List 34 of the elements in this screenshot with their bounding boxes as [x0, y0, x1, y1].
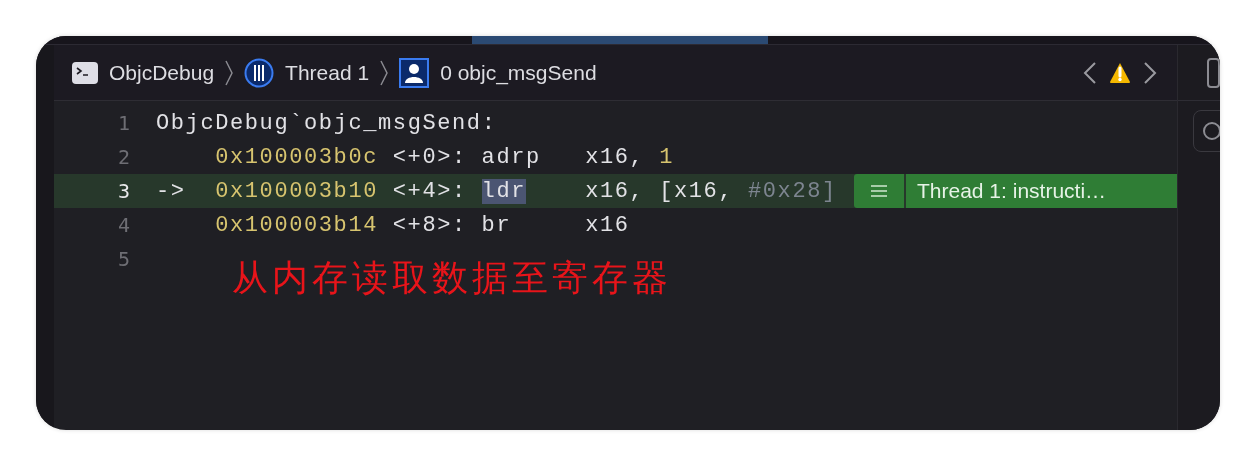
person-icon [399, 57, 430, 88]
breadcrumb-item[interactable]: Thread 1 [285, 60, 370, 85]
annotation-text: 从内存读取数据至寄存器 [232, 256, 672, 300]
instruction-offset: <+4>: [392, 178, 468, 204]
instruction-address: 0x100003b10 [215, 178, 379, 204]
breadcrumb-item[interactable]: ObjcDebug [109, 60, 215, 85]
code-label: ObjcDebug`objc_msgSend: [156, 110, 497, 136]
menu-icon[interactable] [854, 174, 904, 208]
operands: x16 [585, 212, 630, 238]
instruction-address: 0x100003b14 [215, 212, 379, 238]
operands: x16, 1 [585, 144, 674, 170]
warning-icon[interactable] [1109, 61, 1131, 84]
chevron-left-icon[interactable] [1083, 60, 1097, 85]
instruction-offset: <+0>: [392, 144, 468, 170]
thread-icon [244, 57, 275, 88]
line-number: 5 [116, 247, 130, 271]
chevron-right-icon [379, 58, 390, 87]
selected-mnemonic: ldr [481, 178, 526, 204]
operands: x16, [x16, #0x28] [585, 178, 837, 204]
terminal-icon [72, 61, 98, 84]
chevron-right-icon [224, 58, 235, 87]
instruction-offset: <+8>: [392, 212, 468, 238]
line-number: 2 [116, 145, 130, 169]
thread-message[interactable]: Thread 1: instructi… [906, 174, 1177, 208]
pc-arrow: -> [156, 178, 186, 204]
mnemonic: adrp [481, 144, 541, 170]
mnemonic: br [481, 212, 512, 238]
line-number: 4 [116, 213, 130, 237]
breadcrumb-item[interactable]: 0 objc_msgSend [440, 60, 597, 85]
chevron-right-icon[interactable] [1143, 60, 1157, 85]
panel-icon[interactable] [1207, 57, 1220, 88]
instruction-address: 0x100003b0c [215, 144, 379, 170]
line-number: 3 [116, 179, 130, 203]
line-number: 1 [116, 111, 130, 135]
